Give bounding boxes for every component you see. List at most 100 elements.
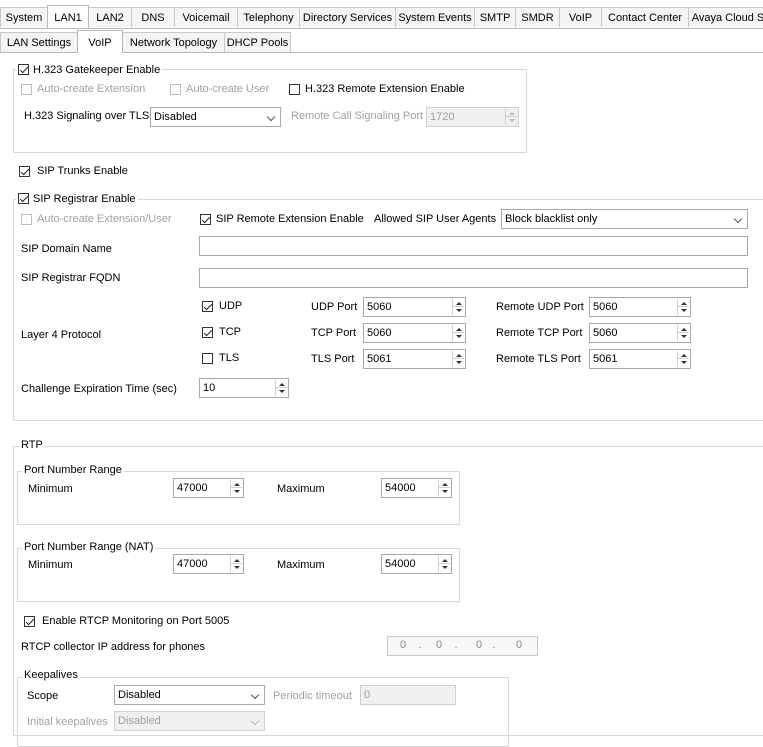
chevron-down-icon <box>250 716 260 726</box>
tcp-checkbox[interactable] <box>202 327 213 338</box>
spinner-icon[interactable] <box>505 109 517 125</box>
allowed-agents-select[interactable]: Block blacklist only <box>501 209 748 229</box>
remote-tcp-input[interactable]: 5060 <box>589 323 691 343</box>
sip-domain-label: SIP Domain Name <box>21 243 112 255</box>
tls-port-label: TLS Port <box>311 353 355 365</box>
tab-lan1[interactable]: LAN1 <box>47 5 89 28</box>
tcp-port-label: TCP Port <box>311 327 357 339</box>
top-tab-divider <box>0 28 763 29</box>
tab-smdr[interactable]: SMDR <box>515 7 560 27</box>
tab-system-events[interactable]: System Events <box>395 7 475 27</box>
tab-voicemail[interactable]: Voicemail <box>174 7 238 27</box>
ip-octet-1: 0 <box>399 639 407 651</box>
sub-tab-bar: LAN Settings VoIP Network Topology DHCP … <box>0 30 300 54</box>
udp-checkbox[interactable] <box>202 301 213 312</box>
port-min-label: Minimum <box>28 483 73 495</box>
ip-octet-4: 0 <box>515 639 523 651</box>
spinner-icon[interactable] <box>230 480 242 496</box>
spinner-icon[interactable] <box>677 325 689 341</box>
remote-tls-input[interactable]: 5061 <box>589 349 691 369</box>
h323-remote-ext-checkbox[interactable] <box>289 84 300 95</box>
remote-call-port-input[interactable]: 1720 <box>426 107 519 127</box>
challenge-label: Challenge Expiration Time (sec) <box>21 383 177 395</box>
tab-smtp[interactable]: SMTP <box>474 7 516 27</box>
scope-value: Disabled <box>118 689 161 701</box>
challenge-input[interactable]: 10 <box>199 378 289 398</box>
h323-tls-select[interactable]: Disabled <box>150 107 281 127</box>
port-max-input[interactable]: 54000 <box>381 478 452 498</box>
udp-port-label: UDP Port <box>311 301 358 313</box>
tab-lan-settings[interactable]: LAN Settings <box>0 32 78 52</box>
spinner-icon[interactable] <box>438 556 450 572</box>
scope-select[interactable]: Disabled <box>114 685 265 705</box>
sip-remote-ext-checkbox[interactable] <box>200 214 211 225</box>
remote-tls-value: 5061 <box>593 353 618 365</box>
allowed-agents-value: Block blacklist only <box>505 213 598 225</box>
h323-auto-ext-label: Auto-create Extension <box>37 83 146 95</box>
sip-fqdn-input[interactable] <box>199 268 748 288</box>
rtcp-collector-label: RTCP collector IP address for phones <box>21 641 206 653</box>
h323-gatekeeper-label: H.323 Gatekeeper Enable <box>33 64 161 76</box>
tab-system[interactable]: System <box>0 7 48 27</box>
spinner-icon[interactable] <box>452 351 464 367</box>
port-min-input[interactable]: 47000 <box>173 478 244 498</box>
spinner-icon[interactable] <box>677 351 689 367</box>
rtcp-collector-ip-input[interactable]: 0 . 0 . 0 . 0 <box>387 636 538 656</box>
nat-max-value: 54000 <box>385 558 416 570</box>
nat-min-value: 47000 <box>177 558 208 570</box>
sip-auto-create-checkbox[interactable] <box>21 214 32 225</box>
spinner-icon[interactable] <box>452 299 464 315</box>
ip-dot: . <box>418 639 422 651</box>
tab-lan2[interactable]: LAN2 <box>88 7 132 27</box>
tls-port-input[interactable]: 5061 <box>363 349 466 369</box>
h323-tls-value: Disabled <box>154 111 197 123</box>
spinner-icon[interactable] <box>275 380 287 396</box>
tls-checkbox[interactable] <box>202 353 213 364</box>
h323-auto-user-checkbox[interactable] <box>170 84 181 95</box>
remote-tcp-value: 5060 <box>593 327 618 339</box>
tab-dns[interactable]: DNS <box>131 7 175 27</box>
periodic-timeout-input[interactable]: 0 <box>360 685 456 705</box>
tab-directory-services[interactable]: Directory Services <box>299 7 396 27</box>
tab-telephony[interactable]: Telephony <box>237 7 300 27</box>
spinner-icon[interactable] <box>230 556 242 572</box>
scope-label: Scope <box>27 690 59 702</box>
spinner-icon[interactable] <box>452 325 464 341</box>
remote-tls-label: Remote TLS Port <box>496 353 581 365</box>
tab-contact-center[interactable]: Contact Center <box>601 7 689 27</box>
h323-tls-label: H.323 Signaling over TLS <box>24 110 150 122</box>
chevron-down-icon <box>266 112 276 122</box>
spinner-icon[interactable] <box>438 480 450 496</box>
sip-domain-input[interactable] <box>199 236 748 256</box>
sip-registrar-checkbox[interactable] <box>18 193 29 204</box>
tcp-port-input[interactable]: 5060 <box>363 323 466 343</box>
tls-port-value: 5061 <box>367 353 392 365</box>
rtcp-enable-checkbox[interactable] <box>24 616 35 627</box>
h323-gatekeeper-checkbox[interactable] <box>18 64 29 75</box>
remote-call-port-value: 1720 <box>430 111 455 123</box>
h323-auto-ext-checkbox[interactable] <box>21 84 32 95</box>
sip-trunks-checkbox[interactable] <box>19 166 30 177</box>
h323-remote-ext-label: H.323 Remote Extension Enable <box>305 83 465 95</box>
nat-max-input[interactable]: 54000 <box>381 554 452 574</box>
initial-keepalives-select[interactable]: Disabled <box>114 711 265 731</box>
top-tab-bar: System LAN1 LAN2 DNS Voicemail Telephony… <box>0 5 763 29</box>
udp-port-input[interactable]: 5060 <box>363 297 466 317</box>
tab-voip[interactable]: VoIP <box>559 7 602 27</box>
tab-voip-sub[interactable]: VoIP <box>77 30 123 53</box>
port-max-label: Maximum <box>277 483 325 495</box>
tab-dhcp-pools[interactable]: DHCP Pools <box>224 32 291 52</box>
tab-network-topology[interactable]: Network Topology <box>122 32 225 52</box>
sip-remote-ext-label: SIP Remote Extension Enable <box>216 213 364 225</box>
spinner-icon[interactable] <box>677 299 689 315</box>
rtp-legend: RTP <box>19 439 45 451</box>
keepalives-legend: Keepalives <box>22 669 80 681</box>
h323-legend: H.323 Gatekeeper Enable <box>16 62 163 76</box>
tab-avaya-cloud[interactable]: Avaya Cloud S <box>688 7 763 27</box>
initial-keepalives-value: Disabled <box>118 715 161 727</box>
h323-auto-user-label: Auto-create User <box>186 83 270 95</box>
remote-udp-input[interactable]: 5060 <box>589 297 691 317</box>
remote-udp-value: 5060 <box>593 301 618 313</box>
sip-trunks-label: SIP Trunks Enable <box>37 165 128 177</box>
nat-min-input[interactable]: 47000 <box>173 554 244 574</box>
